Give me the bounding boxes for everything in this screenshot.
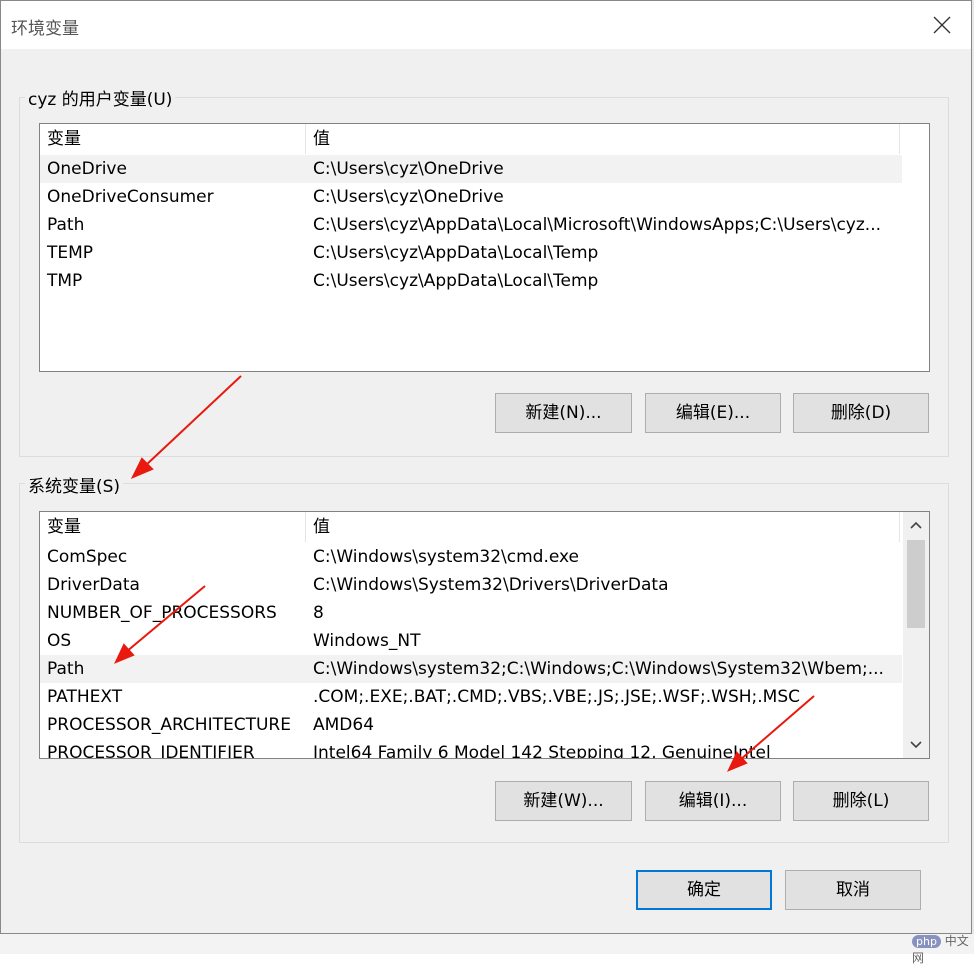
user-variables-list[interactable]: 变量 值 OneDrive C:\Users\cyz\OneDrive OneD… [39, 123, 930, 372]
environment-variables-dialog: 环境变量 cyz 的用户变量(U) 变量 值 OneDrive C:\Users… [0, 0, 972, 934]
variable-name: Path [47, 659, 85, 679]
column-header-value[interactable]: 值 [306, 124, 900, 154]
variable-name: TEMP [47, 243, 94, 263]
variable-value: C:\Users\cyz\OneDrive [313, 187, 504, 207]
scroll-up-icon [910, 521, 922, 529]
variable-name: TMP [47, 271, 83, 291]
scroll-up-button[interactable] [903, 512, 929, 538]
variable-name: PATHEXT [47, 687, 123, 707]
variable-name: PROCESSOR_ARCHITECTURE [47, 715, 291, 735]
variable-value: C:\Windows\system32\cmd.exe [313, 547, 580, 567]
cancel-button[interactable]: 取消 [785, 870, 921, 910]
list-header: 变量 值 [40, 124, 900, 154]
table-row[interactable]: NUMBER_OF_PROCESSORS 8 [40, 599, 900, 627]
ok-button[interactable]: 确定 [636, 870, 772, 910]
scroll-thumb[interactable] [907, 540, 925, 628]
variable-name: OneDrive [47, 159, 127, 179]
table-row[interactable]: TMP C:\Users\cyz\AppData\Local\Temp [40, 267, 900, 295]
variable-value: C:\Windows\system32;C:\Windows;C:\Window… [313, 659, 884, 679]
table-row[interactable]: PROCESSOR_IDENTIFIER Intel64 Family 6 Mo… [40, 739, 900, 759]
table-row[interactable]: PATHEXT .COM;.EXE;.BAT;.CMD;.VBS;.VBE;.J… [40, 683, 900, 711]
variable-name: NUMBER_OF_PROCESSORS [47, 603, 277, 623]
vertical-scrollbar[interactable] [903, 512, 929, 758]
variable-name: DriverData [47, 575, 140, 595]
system-delete-button[interactable]: 删除(L) [793, 781, 929, 821]
close-button[interactable] [931, 14, 953, 36]
system-variables-list[interactable]: 变量 值 ComSpec C:\Windows\system32\cmd.exe… [39, 511, 930, 759]
table-row[interactable]: OS Windows_NT [40, 627, 900, 655]
watermark: php 中文网 [912, 932, 974, 966]
user-delete-button[interactable]: 删除(D) [793, 393, 929, 433]
variable-value: C:\Users\cyz\AppData\Local\Temp [313, 243, 599, 263]
system-variables-label: 系统变量(S) [25, 472, 124, 497]
table-row[interactable]: OneDrive C:\Users\cyz\OneDrive [40, 155, 902, 183]
background-window-bottom [0, 934, 974, 954]
column-header-value[interactable]: 值 [306, 512, 900, 542]
user-variables-label: cyz 的用户变量(U) [25, 85, 176, 110]
variable-name: Path [47, 215, 85, 235]
close-icon [933, 16, 951, 34]
php-logo: php [912, 935, 941, 948]
table-row[interactable]: ComSpec C:\Windows\system32\cmd.exe [40, 543, 900, 571]
variable-value: C:\Users\cyz\OneDrive [313, 159, 504, 179]
user-new-button[interactable]: 新建(N)... [495, 393, 632, 433]
table-row[interactable]: TEMP C:\Users\cyz\AppData\Local\Temp [40, 239, 900, 267]
variable-name: OS [47, 631, 72, 651]
table-row[interactable]: Path C:\Users\cyz\AppData\Local\Microsof… [40, 211, 900, 239]
variable-value: Windows_NT [313, 631, 421, 651]
variable-name: OneDriveConsumer [47, 187, 214, 207]
system-edit-button[interactable]: 编辑(I)... [645, 781, 781, 821]
column-header-variable[interactable]: 变量 [40, 512, 306, 542]
table-row[interactable]: PROCESSOR_ARCHITECTURE AMD64 [40, 711, 900, 739]
table-row[interactable]: Path C:\Windows\system32;C:\Windows;C:\W… [40, 655, 902, 683]
system-new-button[interactable]: 新建(W)... [495, 781, 632, 821]
table-row[interactable]: OneDriveConsumer C:\Users\cyz\OneDrive [40, 183, 900, 211]
variable-value: 8 [313, 603, 324, 623]
list-header: 变量 值 [40, 512, 900, 542]
variable-value: AMD64 [313, 715, 375, 735]
scroll-down-button[interactable] [903, 732, 929, 758]
scroll-down-icon [910, 741, 922, 749]
window-title: 环境变量 [11, 19, 79, 39]
variable-value: .COM;.EXE;.BAT;.CMD;.VBS;.VBE;.JS;.JSE;.… [313, 687, 801, 707]
table-row[interactable]: DriverData C:\Windows\System32\Drivers\D… [40, 571, 900, 599]
variable-value: C:\Users\cyz\AppData\Local\Temp [313, 271, 599, 291]
variable-name: PROCESSOR_IDENTIFIER [47, 743, 255, 759]
title-bar: 环境变量 [1, 1, 971, 49]
variable-value: Intel64 Family 6 Model 142 Stepping 12, … [313, 743, 771, 759]
variable-name: ComSpec [47, 547, 128, 567]
column-header-variable[interactable]: 变量 [40, 124, 306, 154]
variable-value: C:\Windows\System32\Drivers\DriverData [313, 575, 669, 595]
variable-value: C:\Users\cyz\AppData\Local\Microsoft\Win… [313, 215, 882, 235]
user-edit-button[interactable]: 编辑(E)... [645, 393, 781, 433]
